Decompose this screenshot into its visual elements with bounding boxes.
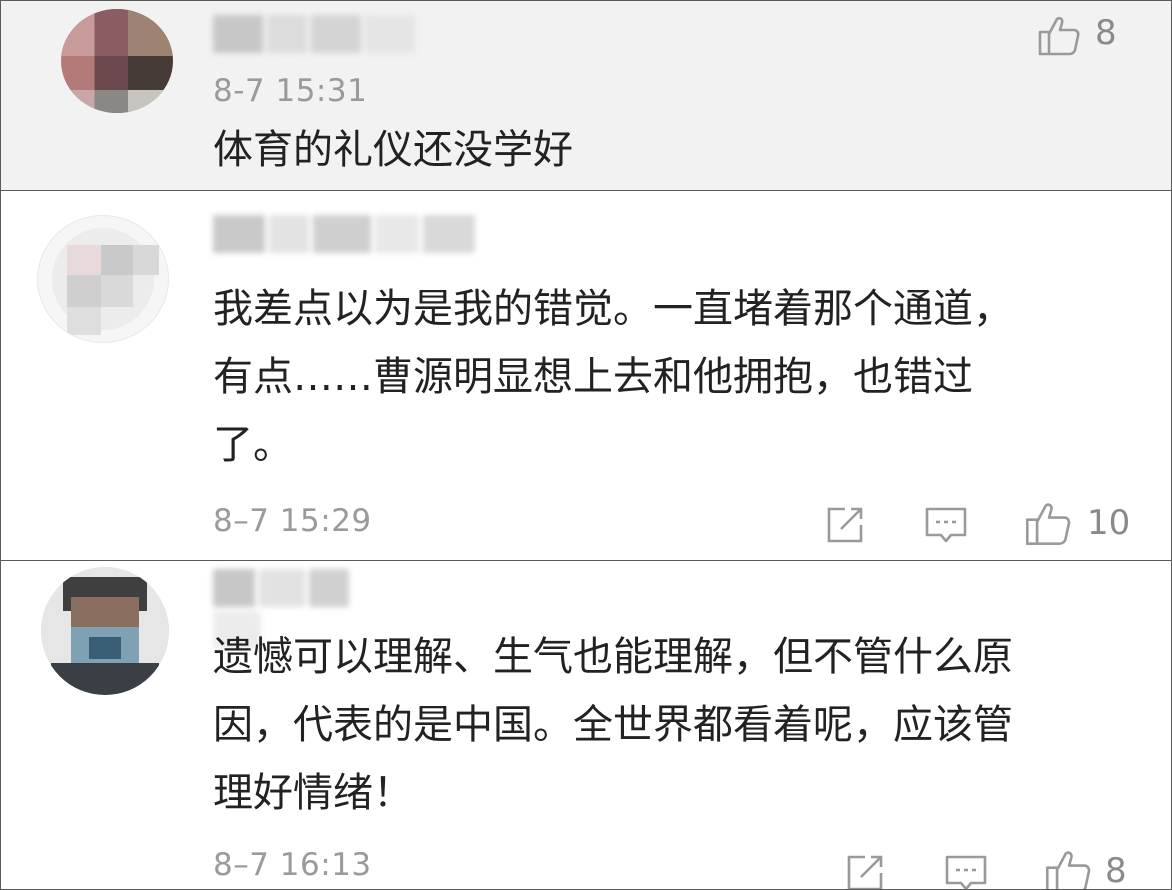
share-icon[interactable] — [823, 503, 867, 547]
thumbs-up-icon[interactable] — [1023, 499, 1073, 547]
username-blurred[interactable] — [213, 15, 423, 59]
avatar[interactable] — [61, 9, 173, 113]
comment-icon[interactable] — [923, 503, 969, 547]
timestamp: 8–7 16:13 — [213, 847, 372, 883]
avatar[interactable] — [37, 215, 169, 343]
comment-text: 遗憾可以理解、生气也能理解，但不管什么原 因，代表的是中国。全世界都看着呢，应该… — [213, 634, 1013, 816]
like-count: 8 — [1105, 851, 1127, 890]
comment-text: 我差点以为是我的错觉。一直堵着那个通道， 有点……曹源明显想上去和他拥抱，也错过… — [213, 286, 1013, 468]
comment-icon[interactable] — [943, 851, 989, 889]
avatar[interactable] — [41, 567, 169, 695]
comment-item[interactable]: 我差点以为是我的错觉。一直堵着那个通道， 有点……曹源明显想上去和他拥抱，也错过… — [0, 190, 1172, 561]
share-icon[interactable] — [843, 851, 887, 889]
thumbs-up-icon[interactable] — [1043, 847, 1093, 889]
like-count: 10 — [1087, 503, 1131, 543]
comment-text: 体育的礼仪还没学好 — [213, 127, 573, 173]
username-blurred[interactable] — [213, 569, 403, 649]
timestamp: 8-7 15:31 — [213, 73, 368, 109]
thumbs-up-icon[interactable] — [1037, 13, 1081, 57]
timestamp: 8–7 15:29 — [213, 503, 372, 539]
like-count: 8 — [1095, 13, 1117, 53]
comment-item[interactable]: 遗憾可以理解、生气也能理解，但不管什么原 因，代表的是中国。全世界都看着呢，应该… — [0, 560, 1172, 890]
comment-item[interactable]: 8 8-7 15:31 体育的礼仪还没学好 — [0, 0, 1172, 191]
comment-feed: 8 8-7 15:31 体育的礼仪还没学好 我差点以为是我的错觉。一直堵着那个通… — [0, 0, 1172, 890]
username-blurred[interactable] — [213, 215, 483, 259]
